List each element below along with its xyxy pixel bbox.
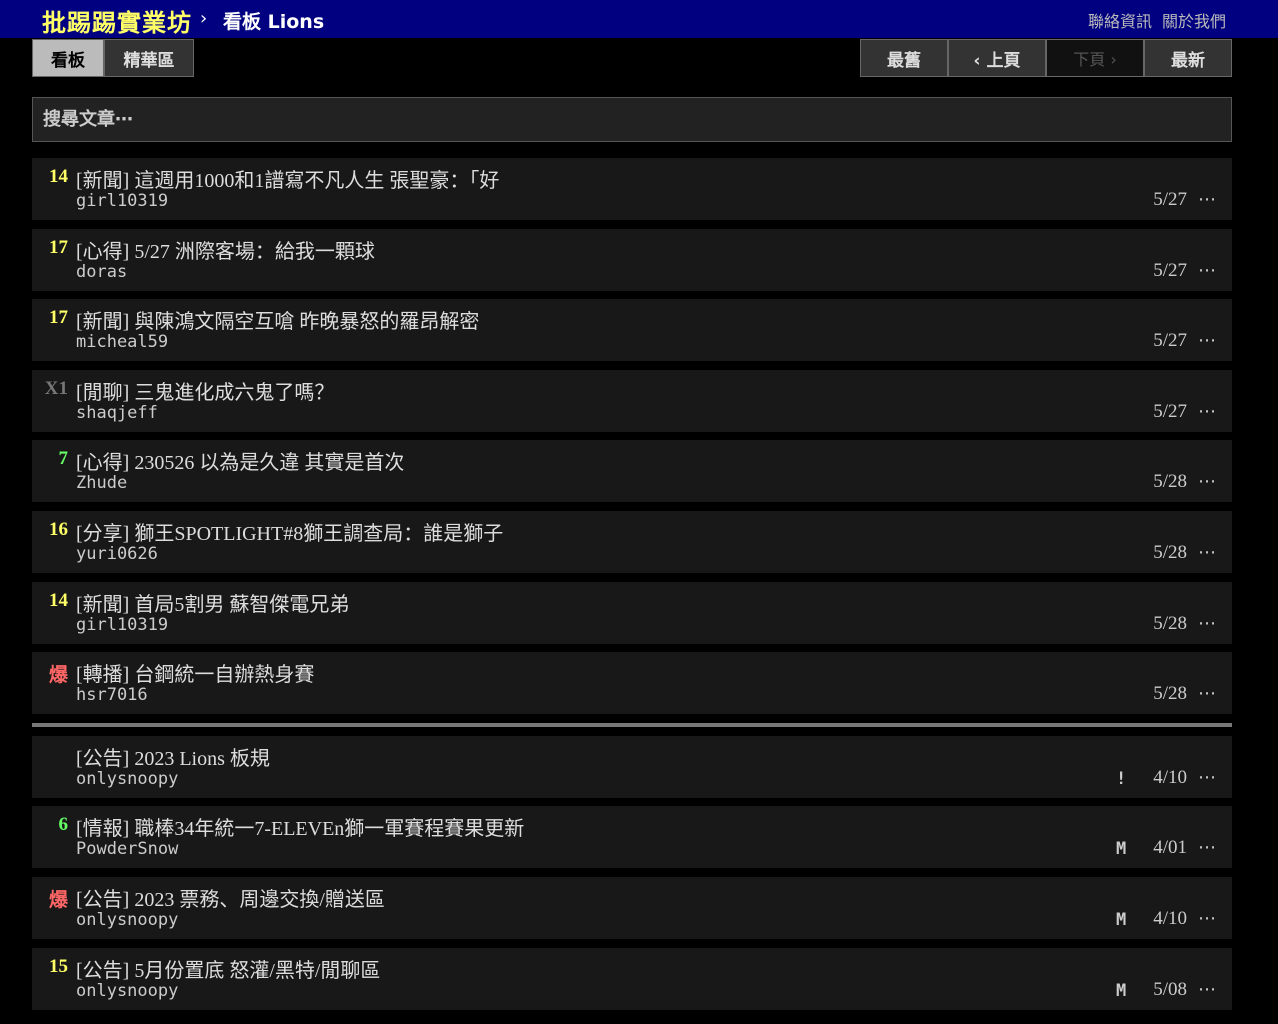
top-bar: 批踢踢實業坊 › 看板 Lions 聯絡資訊 關於我們	[0, 0, 1278, 38]
more-options-icon[interactable]: ⋯	[1198, 767, 1216, 788]
post-row: 14 [新聞] 首局5割男 蘇智傑電兄弟 girl10319 5/28 ⋯	[32, 581, 1232, 644]
more-options-icon[interactable]: ⋯	[1198, 837, 1216, 858]
post-row: 14 [新聞] 這週用1000和1譜寫不凡人生 張聖豪：「好 girl10319 5/…	[32, 158, 1232, 220]
post-date: 5/28	[1153, 683, 1187, 705]
more-options-icon[interactable]: ⋯	[1198, 542, 1216, 563]
post-author: shaqjeff	[76, 402, 158, 423]
post-date: 5/27	[1153, 189, 1187, 210]
newest-button[interactable]: 最新	[1144, 39, 1232, 77]
post-mark: !	[1116, 768, 1127, 789]
board-name-link[interactable]: 看板 Lions	[223, 7, 324, 34]
contact-link[interactable]: 聯絡資訊	[1088, 8, 1152, 32]
more-options-icon[interactable]: ⋯	[1198, 613, 1216, 634]
post-mark: M	[1116, 909, 1127, 930]
pinned-post-row: 6 [情報] 職棒34年統一7-ELEVEn獅一軍賽程賽果更新 PowderSnow…	[32, 806, 1232, 869]
post-author: onlysnoopy	[76, 909, 179, 930]
push-count: 爆	[48, 889, 68, 911]
post-row: 7 [心得] 230526 以為是久違 其實是首次 Zhude 5/28 ⋯	[32, 440, 1232, 503]
post-title-link[interactable]: [新聞] 首局5割男 蘇智傑電兄弟	[76, 588, 349, 617]
oldest-button[interactable]: 最舊	[860, 39, 948, 77]
more-options-icon[interactable]: ⋯	[1198, 330, 1216, 351]
push-count: 14	[49, 166, 68, 187]
post-author: doras	[76, 261, 128, 282]
push-count: 15	[49, 955, 68, 977]
post-date: 5/28	[1153, 541, 1187, 563]
post-row: 爆 [轉播] 台鋼統一自辦熱身賽 hsr7016 5/28 ⋯	[32, 652, 1232, 715]
more-options-icon[interactable]: ⋯	[1198, 189, 1216, 210]
post-title-link[interactable]: [公告] 5月份置底 怒灌/黑特/閒聊區	[76, 954, 380, 983]
post-title-link[interactable]: [情報] 職棒34年統一7-ELEVEn獅一軍賽程賽果更新	[76, 812, 524, 841]
post-author: PowderSnow	[76, 839, 179, 860]
post-date: 4/01	[1153, 837, 1187, 859]
post-date: 5/08	[1153, 978, 1187, 1000]
post-date: 4/10	[1153, 766, 1187, 788]
post-title-link[interactable]: [公告] 2023 票務、周邊交換/贈送區	[76, 883, 385, 912]
breadcrumb-separator: ›	[200, 8, 208, 29]
top-links: 聯絡資訊 關於我們	[1088, 8, 1226, 32]
post-author: yuri0626	[76, 543, 158, 564]
post-date: 5/28	[1153, 471, 1187, 493]
post-title-link[interactable]: [心得] 230526 以為是久違 其實是首次	[76, 446, 404, 475]
tab-board[interactable]: 看板	[32, 39, 104, 77]
next-page-button[interactable]: 下頁 ›	[1046, 39, 1144, 77]
push-count: 6	[58, 814, 69, 836]
more-options-icon[interactable]: ⋯	[1198, 260, 1216, 281]
post-mark: M	[1116, 839, 1127, 860]
more-options-icon[interactable]: ⋯	[1198, 979, 1216, 1000]
post-date: 4/10	[1153, 907, 1187, 929]
pinned-post-row: 15 [公告] 5月份置底 怒灌/黑特/閒聊區 onlysnoopy M 5/08 ⋯	[32, 947, 1232, 1010]
push-count: 17	[49, 236, 68, 258]
search-input[interactable]	[32, 97, 1232, 142]
post-row: 17 [新聞] 與陳鴻文隔空互嗆 昨晚暴怒的羅昂解密 micheal59 5/27 ⋯	[32, 299, 1232, 362]
post-row: X1 [閒聊] 三鬼進化成六鬼了嗎？ shaqjeff 5/27 ⋯	[32, 369, 1232, 432]
post-title-link[interactable]: [閒聊] 三鬼進化成六鬼了嗎？	[76, 376, 334, 405]
post-author: onlysnoopy	[76, 980, 179, 1001]
post-date: 5/27	[1153, 400, 1187, 422]
post-title-link[interactable]: [新聞] 這週用1000和1譜寫不凡人生 張聖豪：「好	[76, 164, 499, 193]
post-title-link[interactable]: [轉播] 台鋼統一自辦熱身賽	[76, 658, 314, 687]
pinned-separator	[32, 722, 1232, 727]
push-count: 7	[58, 448, 69, 470]
about-link[interactable]: 關於我們	[1162, 8, 1226, 32]
post-title-link[interactable]: [新聞] 與陳鴻文隔空互嗆 昨晚暴怒的羅昂解密	[76, 305, 479, 334]
post-author: Zhude	[76, 473, 128, 494]
post-title-link[interactable]: [分享] 獅王SPOTLIGHT#8獅王調查局：誰是獅子	[76, 517, 503, 546]
more-options-icon[interactable]: ⋯	[1198, 908, 1216, 929]
pinned-post-row: [公告] 2023 Lions 板規 onlysnoopy! 4/10 ⋯	[32, 735, 1232, 798]
pinned-post-row: 爆 [公告] 2023 票務、周邊交換/贈送區 onlysnoopy M 4/10 ⋯	[32, 876, 1232, 939]
push-count: 17	[49, 307, 68, 329]
post-author: hsr7016	[76, 685, 148, 706]
push-count: 14	[49, 589, 68, 611]
post-author: girl10319	[76, 191, 169, 211]
push-count: 爆	[48, 665, 68, 687]
post-date: 5/28	[1153, 612, 1187, 634]
post-date: 5/27	[1153, 330, 1187, 352]
post-row: 17 [心得] 5/27 洲際客場：給我一顆球 doras 5/27 ⋯	[32, 228, 1232, 291]
post-date: 5/27	[1153, 259, 1187, 281]
more-options-icon[interactable]: ⋯	[1198, 401, 1216, 422]
post-title-link[interactable]: [公告] 2023 Lions 板規	[76, 742, 270, 771]
post-list: 14 [新聞] 這週用1000和1譜寫不凡人生 張聖豪：「好 girl10319 5/…	[32, 158, 1232, 1018]
post-mark: M	[1116, 980, 1127, 1001]
push-count: X1	[44, 377, 68, 399]
tab-digest[interactable]: 精華區	[104, 39, 194, 77]
post-author: girl10319	[76, 614, 169, 635]
more-options-icon[interactable]: ⋯	[1198, 471, 1216, 492]
prev-page-button[interactable]: ‹ 上頁	[948, 39, 1046, 77]
post-author: onlysnoopy	[76, 768, 179, 789]
push-count: 16	[49, 518, 68, 540]
site-logo-link[interactable]: 批踢踢實業坊	[42, 3, 192, 38]
post-title-link[interactable]: [心得] 5/27 洲際客場：給我一顆球	[76, 235, 375, 264]
post-author: micheal59	[76, 332, 169, 353]
post-row: 16 [分享] 獅王SPOTLIGHT#8獅王調查局：誰是獅子 yuri0626 5/…	[32, 510, 1232, 573]
more-options-icon[interactable]: ⋯	[1198, 683, 1216, 704]
